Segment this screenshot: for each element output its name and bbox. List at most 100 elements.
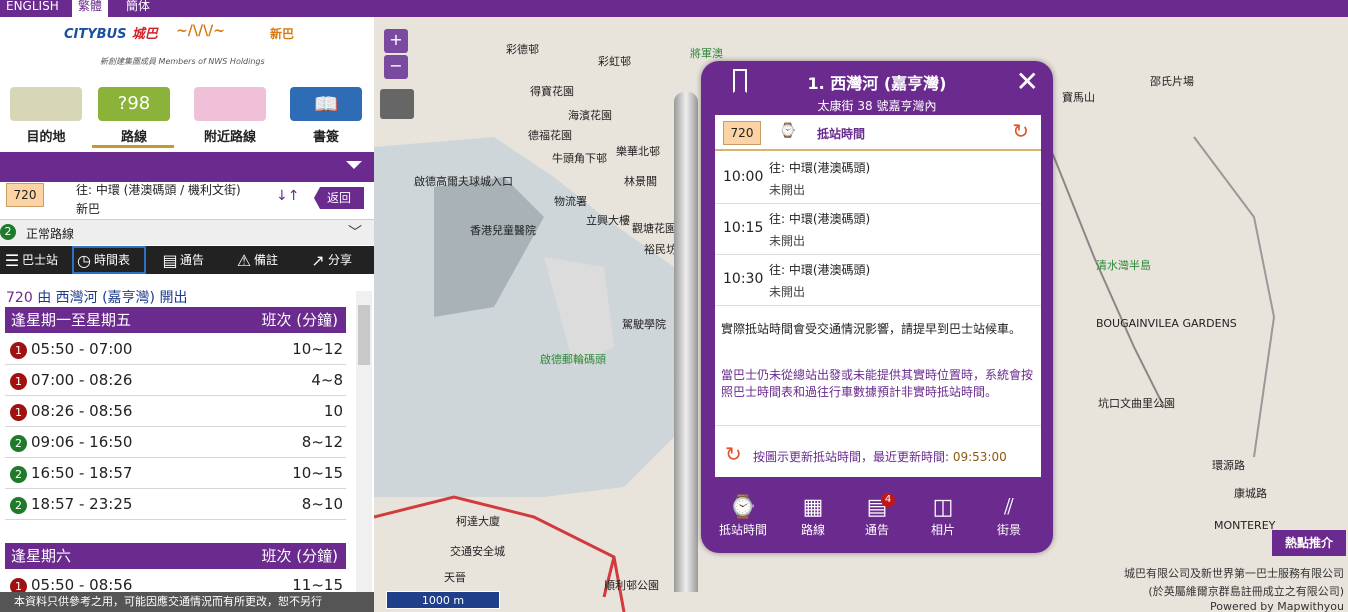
map-label: 啟德高爾夫球城入口 xyxy=(414,175,513,188)
lang-english[interactable]: ENGLISH xyxy=(0,0,65,17)
map-label: 香港兒童醫院 xyxy=(470,224,536,237)
eta-time: 10:15 xyxy=(723,220,764,236)
chevron-down-icon[interactable] xyxy=(346,161,362,169)
notice-icon: ▤ xyxy=(866,495,888,520)
origin-heading: 720 由 西灣河 (嘉亨灣) 開出 xyxy=(6,290,188,306)
schedule-period-badge: 2 xyxy=(10,435,27,452)
route-operator: 新巴 xyxy=(76,202,101,216)
nav-bookmark[interactable]: 📖 書簽 xyxy=(284,77,368,149)
map-label: 邵氏片場 xyxy=(1150,75,1194,88)
nav-nearby[interactable]: 附近路線 xyxy=(188,77,272,149)
map-label: 林景閣 xyxy=(624,175,657,188)
schedule-interval: 10 xyxy=(323,402,343,420)
schedule-time: 18:57 - 23:25 xyxy=(31,495,133,513)
eta-destination: 往: 中環(港澳碼頭) xyxy=(769,212,871,226)
collapse-bar[interactable] xyxy=(0,152,374,182)
tab-share[interactable]: ↗ 分享 xyxy=(308,246,368,274)
nav-route[interactable]: ?98 路線 xyxy=(92,77,176,149)
nav-selected-underline xyxy=(92,145,174,148)
schedule-period-badge: 1 xyxy=(10,373,27,390)
schedule-period-badge: 1 xyxy=(10,404,27,421)
map-label: 海濱花園 xyxy=(568,109,612,122)
map-label: 牛頭角下邨 xyxy=(552,152,607,165)
popup-route-badge: 720 xyxy=(723,121,761,145)
route-variant-select[interactable]: 2 正常路線 ﹀ xyxy=(0,219,374,245)
map-label: 駕駛學院 xyxy=(622,318,666,331)
bus-stop-popup: 1. 西灣河 (嘉亨灣) 太康街 38 號嘉亨灣內 ✕ 720 ⌚ 抵站時間 ↻… xyxy=(701,61,1053,553)
refresh-icon[interactable]: ↻ xyxy=(725,442,742,466)
left-panel: CITYBUS 城巴 ~/\/\/~ 新巴 新創建集團成員 Members of… xyxy=(0,17,374,612)
saturday-schedule-header: 逢星期六 班次 (分鐘) xyxy=(5,543,346,569)
map-label: 將軍澳 xyxy=(690,47,723,60)
tab-remarks[interactable]: ⚠ 備註 xyxy=(234,246,294,274)
map-label: 環源路 xyxy=(1212,459,1245,472)
map-label: 清水灣半島 xyxy=(1096,259,1151,272)
eta-row: 10:15 往: 中環(港澳碼頭) 未開出 xyxy=(715,204,1041,255)
scrollbar-thumb[interactable] xyxy=(358,305,370,365)
eta-update[interactable]: ↻ 按圖示更新抵站時間，最近更新時間: 09:53:00 xyxy=(715,425,1041,477)
watch-icon: ⌚ xyxy=(779,123,797,139)
popup-tab-photos[interactable]: ◫ 相片 xyxy=(911,495,975,538)
popup-tabs: ⌚ 抵站時間 ▦ 路線 ▤ 通告 4 ◫ 相片 ⫽ 街景 xyxy=(701,493,1053,545)
bus-stop-pole xyxy=(674,92,698,592)
nearby-routes-icon xyxy=(194,87,266,121)
swap-direction-icon[interactable]: ↓↑ xyxy=(276,188,299,204)
tab-notices[interactable]: ▤ 通告 xyxy=(160,246,220,274)
destination-icon xyxy=(10,87,82,121)
eta-row: 10:00 往: 中環(港澳碼頭) 未開出 xyxy=(715,153,1041,204)
schedule-time: 09:06 - 16:50 xyxy=(31,433,133,451)
zoom-in-button[interactable]: + xyxy=(384,29,408,53)
eta-time: 10:00 xyxy=(723,169,764,185)
variant-label: 正常路線 xyxy=(26,227,75,241)
main-nav: 目的地 ?98 路線 附近路線 📖 書簽 xyxy=(0,77,374,149)
map-label: 啟德郵輪碼頭 xyxy=(540,353,606,366)
map-scale: 1000 m xyxy=(386,591,500,609)
table-icon: ▦ xyxy=(802,495,824,520)
watch-icon: ⌚ xyxy=(729,495,757,520)
refresh-icon[interactable]: ↻ xyxy=(1012,119,1029,143)
eta-status: 未開出 xyxy=(769,183,806,197)
eta-row: 10:30 往: 中環(港澳碼頭) 未開出 xyxy=(715,255,1041,306)
zoom-out-button[interactable]: − xyxy=(384,55,408,79)
hong-kong-overview-icon[interactable] xyxy=(380,89,414,119)
schedule-period-badge: 2 xyxy=(10,466,27,483)
disclaimer-text: 本資料只供參考之用，可能因應交通情況而有所更改，恕不另行 xyxy=(0,592,374,612)
route-toolbar: ☰ 巴士站 ◷ 時間表 ▤ 通告 ⚠ 備註 ↗ 分享 xyxy=(0,246,374,274)
map-label: 樂華北邨 xyxy=(616,145,660,158)
map-label: 得寶花園 xyxy=(530,85,574,98)
chevron-down-icon: ﹀ xyxy=(348,225,362,241)
schedule-row: 2 16:50 - 18:57 10~15 xyxy=(5,458,346,489)
notice-icon: ▤ xyxy=(162,250,178,270)
schedule-time: 07:00 - 08:26 xyxy=(31,371,133,389)
popup-tab-notices[interactable]: ▤ 通告 4 xyxy=(845,493,909,538)
map-label: 康城路 xyxy=(1234,487,1267,500)
firstbus-name: 新巴 xyxy=(270,27,295,41)
scrollbar[interactable] xyxy=(356,291,372,601)
map-label: 觀塘花園 xyxy=(632,222,676,235)
lang-simplified[interactable]: 簡体 xyxy=(120,0,156,17)
popup-tab-route[interactable]: ▦ 路線 xyxy=(781,495,845,538)
map-label: 交通安全城 xyxy=(450,545,505,558)
back-button[interactable]: 返回 xyxy=(314,187,364,209)
schedule-interval: 8~12 xyxy=(301,433,343,451)
popup-tab-streetview[interactable]: ⫽ 街景 xyxy=(977,495,1041,538)
eta-header: 720 ⌚ 抵站時間 ↻ xyxy=(715,115,1041,151)
eta-update-time: 09:53:00 xyxy=(952,450,1007,464)
tab-timetable[interactable]: ◷ 時間表 xyxy=(72,246,146,274)
map-label: 寶馬山 xyxy=(1062,91,1095,104)
eta-update-text: 按圖示更新抵站時間，最近更新時間: 09:53:00 xyxy=(753,450,1007,464)
route-to-text: 往: 中環 (港澳碼頭 / 機利文街) xyxy=(76,183,241,197)
schedule-interval: 10~15 xyxy=(292,464,343,482)
schedule-row: 2 09:06 - 16:50 8~12 xyxy=(5,427,346,458)
map-label: MONTEREY xyxy=(1214,519,1276,532)
lang-traditional[interactable]: 繁體 xyxy=(72,0,109,17)
eta-destination: 往: 中環(港澳碼頭) xyxy=(769,263,871,277)
hotspot-button[interactable]: 熱點推介 xyxy=(1272,530,1346,556)
schedule-interval: 4~8 xyxy=(311,371,343,389)
tab-bus-stops[interactable]: ☰ 巴士站 xyxy=(2,246,68,274)
close-icon[interactable]: ✕ xyxy=(1016,65,1039,98)
route-destination: 往: 中環 (港澳碼頭 / 機利文街) 新巴 xyxy=(76,181,241,219)
popup-title: 1. 西灣河 (嘉亨灣) xyxy=(807,74,947,93)
nav-destination[interactable]: 目的地 xyxy=(4,77,88,149)
popup-tab-eta[interactable]: ⌚ 抵站時間 xyxy=(711,495,775,538)
